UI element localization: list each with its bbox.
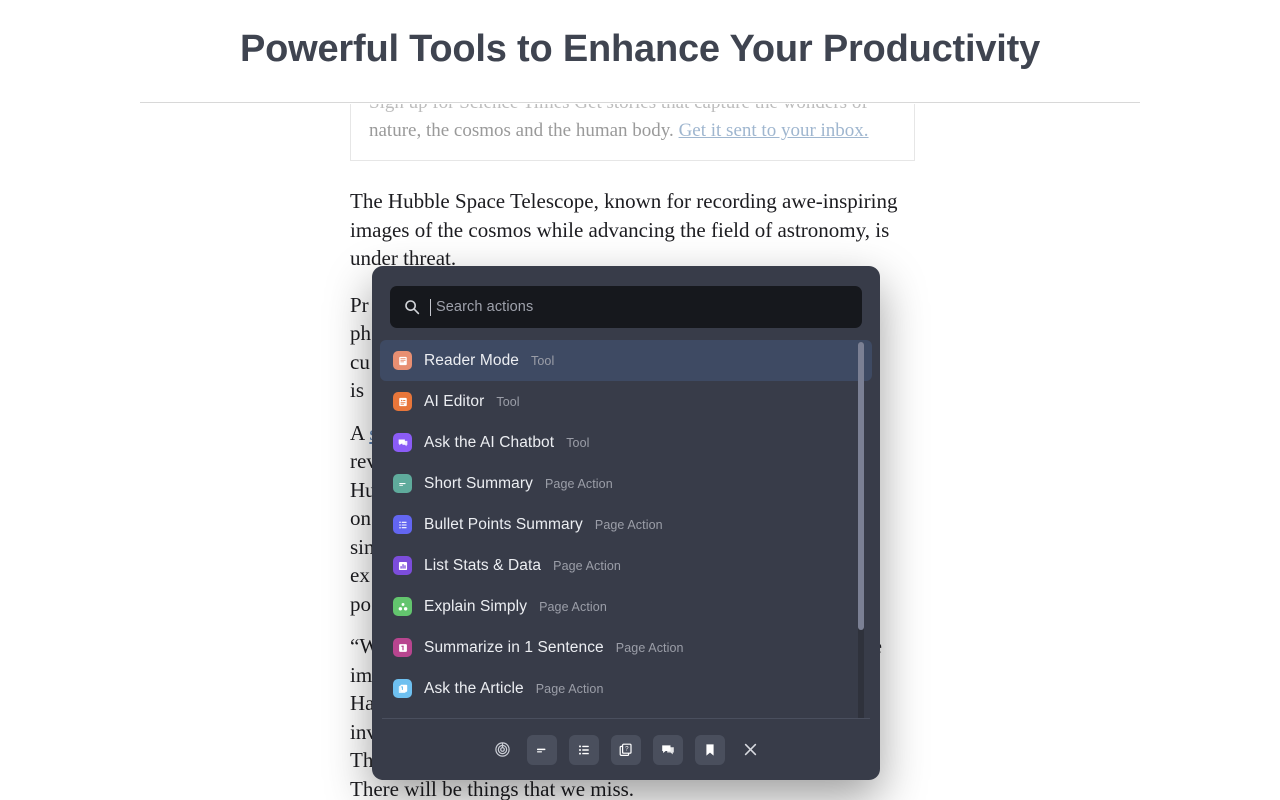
action-kind: Page Action <box>615 640 684 655</box>
action-kind: Page Action <box>539 599 607 614</box>
action-row-summarize-in-1-sentence[interactable]: Summarize in 1 Sentence Page Action <box>380 627 872 668</box>
bar-chart-icon <box>393 556 412 575</box>
action-row-ai-editor[interactable]: AI Editor Tool <box>380 381 872 422</box>
search-icon <box>404 299 420 315</box>
search-input[interactable]: Search actions <box>390 286 862 328</box>
palette-toolbar[interactable]: ? <box>372 719 880 780</box>
action-label: Short Summary <box>424 474 533 492</box>
article-paragraph-1: The Hubble Space Telescope, known for re… <box>350 189 898 270</box>
action-label: Ask the Article <box>424 679 524 697</box>
action-label: List Stats & Data <box>424 556 542 574</box>
action-kind: Page Action <box>594 517 663 532</box>
bullet-list-icon[interactable] <box>569 734 599 765</box>
screen: Powerful Tools to Enhance Your Productiv… <box>0 0 1280 800</box>
action-label: Ask the AI Chatbot <box>424 433 555 451</box>
action-row-ask-the-ai-chatbot[interactable]: Ask the AI Chatbot Tool <box>380 422 872 463</box>
chat-bubble-icon <box>393 433 412 452</box>
app-logo-icon[interactable] <box>489 735 515 765</box>
header-divider <box>140 102 1140 103</box>
action-row-short-summary[interactable]: Short Summary Page Action <box>380 463 872 504</box>
search-placeholder: Search actions <box>436 299 534 315</box>
text-cursor <box>430 298 431 316</box>
one-sentence-icon <box>393 638 412 657</box>
close-icon[interactable] <box>737 735 763 765</box>
action-label: Summarize in 1 Sentence <box>424 638 604 656</box>
action-label: AI Editor <box>424 392 485 410</box>
command-palette[interactable]: Search actions Reader Mode Tool AI Editor T… <box>372 266 880 780</box>
bullet-list-icon <box>393 515 412 534</box>
explain-icon <box>393 597 412 616</box>
action-kind: Page Action <box>553 558 621 573</box>
action-label: Bullet Points Summary <box>424 515 583 533</box>
list-scrollbar-thumb[interactable] <box>858 342 864 630</box>
action-row-ask-the-article[interactable]: Ask the Article Page Action <box>380 668 872 709</box>
search-area: Search actions <box>372 266 880 340</box>
short-summary-icon <box>393 474 412 493</box>
short-summary-icon[interactable] <box>527 734 557 765</box>
action-kind: Page Action <box>544 476 613 491</box>
action-row-explain-simply[interactable]: Explain Simply Page Action <box>380 586 872 627</box>
action-label: Explain Simply <box>424 597 528 615</box>
flashcards-icon[interactable]: ? <box>611 734 641 765</box>
ask-article-icon <box>393 679 412 698</box>
page-title: Powerful Tools to Enhance Your Productiv… <box>239 28 1041 70</box>
action-label: Reader Mode <box>424 351 520 369</box>
promo-line-1: Sign up for Science Times Get stories th… <box>369 104 896 116</box>
newsletter-link[interactable]: Get it sent to your inbox. <box>679 120 869 141</box>
bookmark-icon[interactable] <box>695 734 725 765</box>
article-last-line: There will be things that we miss. <box>350 776 635 800</box>
action-row-bullet-points-summary[interactable]: Bullet Points Summary Page Action <box>380 504 872 545</box>
promo-line-2: nature, the cosmos and the human body. G… <box>369 116 896 146</box>
action-kind: Page Action <box>535 681 604 696</box>
promo-text: nature, the cosmos and the human body. <box>369 120 679 141</box>
ai-editor-icon <box>393 392 412 411</box>
action-kind: Tool <box>496 394 520 409</box>
chat-bubble-icon[interactable] <box>653 734 683 765</box>
reader-mode-icon <box>393 351 412 370</box>
action-row-list-stats-data[interactable]: List Stats & Data Page Action <box>380 545 872 586</box>
action-kind: Tool <box>531 353 555 368</box>
svg-text:?: ? <box>625 745 629 752</box>
action-row-reader-mode[interactable]: Reader Mode Tool <box>380 340 872 381</box>
action-list[interactable]: Reader Mode Tool AI Editor Tool Ask the AI C… <box>372 340 880 718</box>
newsletter-promo-box: Sign up for Science Times Get stories th… <box>350 104 915 161</box>
action-kind: Tool <box>566 435 590 450</box>
